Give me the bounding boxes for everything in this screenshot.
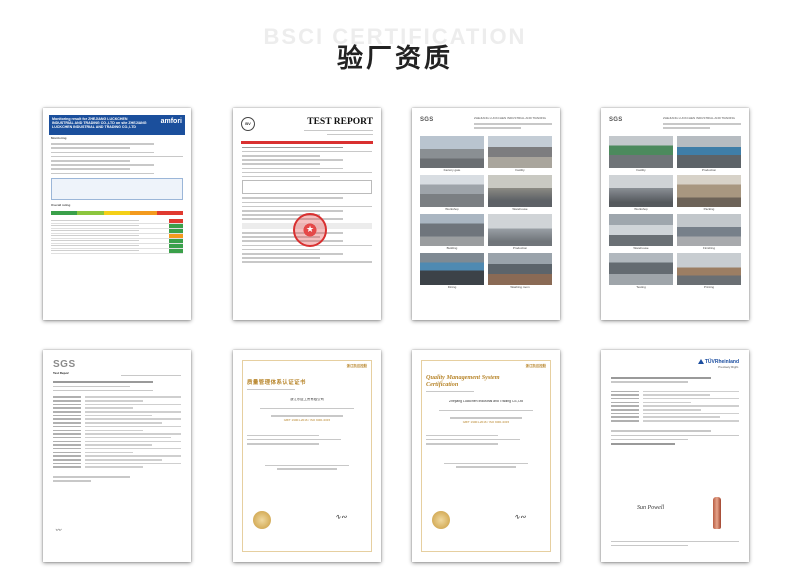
amfori-header-title: Monitoring result for ZHEJIANG LUCKCHEN … [52, 117, 147, 130]
test-report-label: Test Report [53, 372, 70, 375]
signature-icon: 〰 [55, 528, 62, 534]
tuv-logo: TÜVRheinland [697, 359, 739, 365]
amfori-rating-scale [51, 210, 184, 215]
amfori-notice-box [51, 178, 183, 201]
factory-photos: Facility Production Workshop Packing War… [609, 135, 741, 289]
certificate-card-cn-quality[interactable]: 浙江凯达控股 质量管理体系认证证书 浙江乐臣工贸有限公司 GB/T 19001-… [233, 350, 381, 562]
issuer-brand: 浙江凯达控股 [346, 364, 367, 368]
signature-icon: ∿∾ [335, 513, 347, 521]
amfori-header: Monitoring result for ZHEJIANG LUCKCHEN … [49, 115, 185, 135]
certificate-title: 质量管理体系认证证书 [247, 380, 306, 386]
amfori-rating-label: Overall rating [51, 204, 71, 208]
amfori-logo: amfori [160, 118, 182, 125]
company-name: Zhejiang Luckchen Industrial and Trading… [449, 400, 523, 404]
sgs-logo: SGS [420, 117, 434, 123]
amfori-rating-table [49, 218, 185, 254]
certificate-card-tuv[interactable]: TÜVRheinland Precisely Right. Sun Powell [601, 350, 749, 562]
bv-logo: BV [241, 117, 255, 131]
certificate-card-sgs-photos-2[interactable]: SGS ZHEJIANG LUCKCHEN INDUSTRIAL AND TRA… [601, 108, 749, 320]
certificate-card-sgs-test-report[interactable]: SGS Test Report 〰 [43, 350, 191, 562]
company-name: ZHEJIANG LUCKCHEN INDUSTRIAL AND TRADING [663, 117, 736, 120]
certificate-card-sgs-photos-1[interactable]: SGS ZHEJIANG LUCKCHEN INDUSTRIAL AND TRA… [412, 108, 560, 320]
certificate-title: Quality Management System Certification [426, 374, 500, 388]
factory-photos: Factory gate Facility Workshop Warehouse… [420, 135, 552, 289]
sgs-logo: SGS [609, 117, 623, 123]
tuv-tagline: Precisely Right. [718, 366, 739, 369]
company-name: ZHEJIANG LUCKCHEN INDUSTRIAL AND TRADING [474, 117, 547, 120]
page-title: 验厂资质 [336, 44, 453, 74]
red-seal-icon: ★ [293, 213, 327, 247]
signature-icon: ∿∾ [514, 513, 526, 521]
company-name: 浙江乐臣工贸有限公司 [290, 398, 324, 402]
test-report-title: TEST REPORT [307, 117, 373, 127]
issuer-brand: 浙江凯达控股 [525, 364, 546, 368]
certificate-card-amfori[interactable]: Monitoring result for ZHEJIANG LUCKCHEN … [43, 108, 191, 320]
gold-seal-icon [432, 511, 450, 529]
certificate-card-test-report[interactable]: BV TEST REPORT ★ [233, 108, 381, 320]
certificate-standard: GB/T 19001-2016 / ISO 9001:2015 [283, 418, 331, 422]
sgs-logo: SGS [53, 359, 76, 370]
certificate-card-en-quality[interactable]: 浙江凯达控股 Quality Management System Certifi… [412, 350, 560, 562]
amfori-section-label: Monitoring [51, 137, 67, 140]
bottle-icon [713, 497, 721, 529]
signature: Sun Powell [637, 505, 665, 511]
gold-seal-icon [253, 511, 271, 529]
certificate-standard: GB/T 19001-2016 / ISO 9001:2015 [462, 420, 510, 424]
